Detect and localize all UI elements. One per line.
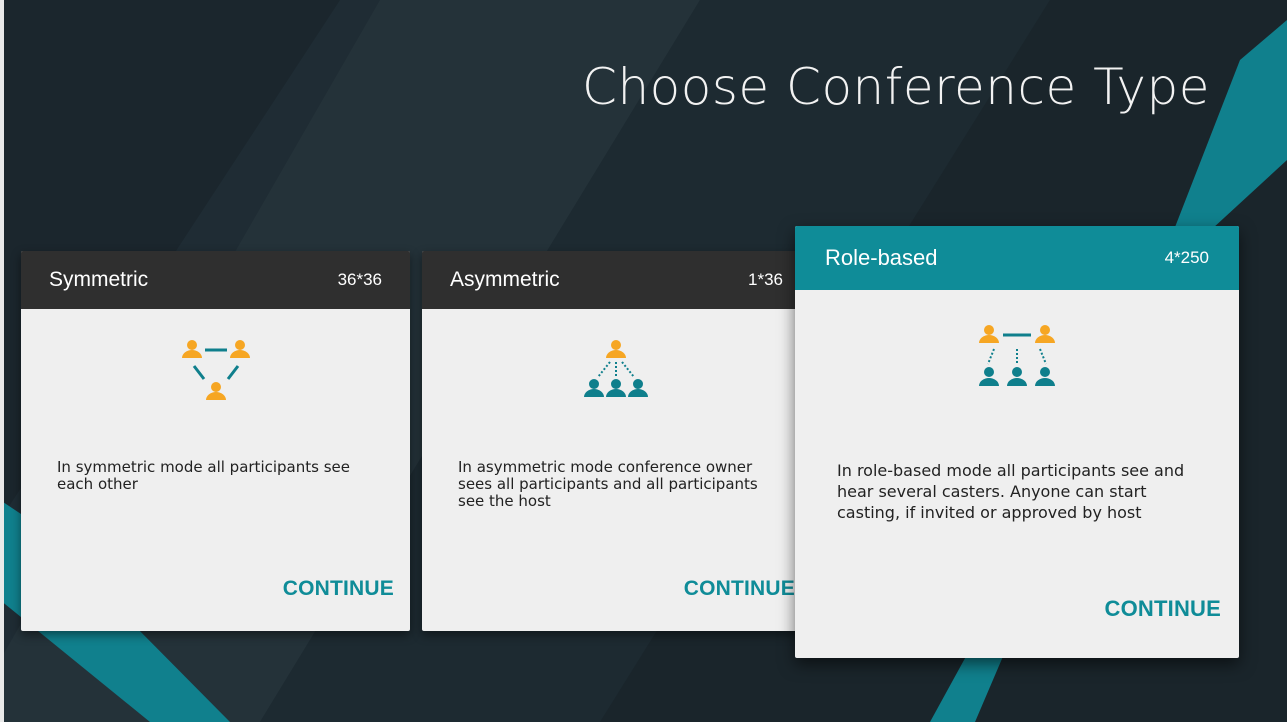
symmetric-conference-icon [181,340,250,400]
card-header: Asymmetric 1*36 [422,251,811,309]
card-title: Role-based [825,245,938,270]
page-title: Choose Conference Type [582,58,1210,116]
continue-button[interactable]: CONTINUE [1105,596,1222,622]
card-description: In asymmetric mode conference owner sees… [458,458,758,510]
card-description: In role-based mode all participants see … [837,461,1185,522]
card-header: Role-based 4*250 [795,226,1239,290]
card-capacity: 1*36 [748,270,783,289]
card-title: Asymmetric [450,268,560,291]
asymmetric-conference-icon [584,340,648,397]
conference-card-asymmetric[interactable]: Asymmetric 1*36 In asymmetric mode confe… [422,251,811,631]
card-header: Symmetric 36*36 [21,251,410,309]
card-title: Symmetric [49,268,149,291]
card-capacity: 4*250 [1164,248,1209,267]
card-capacity: 36*36 [337,270,382,289]
card-description: In symmetric mode all participants see e… [57,458,350,493]
continue-button[interactable]: CONTINUE [684,577,795,601]
continue-button[interactable]: CONTINUE [283,577,394,601]
conference-card-role-based[interactable]: Role-based 4*250 In role-based mode all … [795,226,1239,658]
conference-card-symmetric[interactable]: Symmetric 36*36 In symmetric mode all pa… [21,251,410,631]
role-based-conference-icon [979,325,1055,386]
